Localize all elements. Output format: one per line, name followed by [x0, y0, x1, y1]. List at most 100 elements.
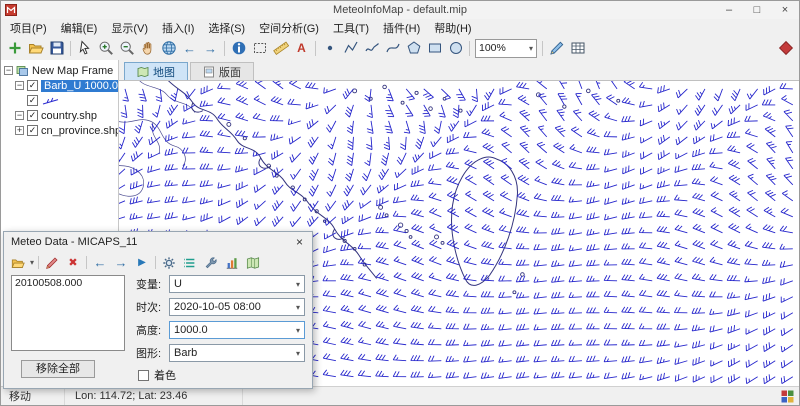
next-time-button[interactable]: →: [112, 254, 130, 272]
tree-root-row[interactable]: − New Map Frame: [4, 63, 118, 78]
layers-grid-icon[interactable]: [781, 390, 794, 403]
layer-row-province[interactable]: + ✓ cn_province.shp: [4, 123, 118, 138]
label-button[interactable]: A: [291, 38, 312, 59]
shading-checkbox[interactable]: [138, 370, 149, 381]
tab-layout[interactable]: 版面: [190, 62, 254, 80]
zoom-previous-button[interactable]: ←: [179, 38, 200, 59]
expander-icon[interactable]: +: [15, 126, 24, 135]
close-button[interactable]: ×: [771, 1, 799, 19]
layer-label-selected[interactable]: Barb_U 1000.0 2020-1: [41, 80, 118, 92]
zoom-next-button[interactable]: →: [200, 38, 221, 59]
new-freehand-button[interactable]: [361, 38, 382, 59]
chart-button[interactable]: [223, 254, 241, 272]
title-bar[interactable]: MeteoInfoMap - default.mip – □ ×: [1, 1, 799, 19]
attribute-table-button[interactable]: [567, 38, 588, 59]
file-list-item[interactable]: 20100508.000: [15, 277, 121, 290]
new-point-button[interactable]: [319, 38, 340, 59]
chevron-down-icon: ▾: [296, 303, 300, 312]
variable-select[interactable]: U ▾: [169, 275, 305, 293]
legend-checkbox[interactable]: ✓: [27, 95, 38, 106]
layer-label[interactable]: country.shp: [41, 110, 97, 122]
data-file-list[interactable]: 20100508.000: [11, 275, 125, 351]
zoom-in-button[interactable]: [95, 38, 116, 59]
new-circle-button[interactable]: [445, 38, 466, 59]
menu-item-view[interactable]: 显示(V): [104, 19, 155, 36]
layer-checkbox[interactable]: ✓: [27, 80, 38, 91]
menu-item-project[interactable]: 项目(P): [3, 19, 54, 36]
level-select[interactable]: 1000.0 ▾: [169, 321, 305, 339]
minimize-button[interactable]: –: [715, 1, 743, 19]
variable-value: U: [174, 278, 182, 290]
menu-item-spatial-analysis[interactable]: 空间分析(G): [252, 19, 326, 36]
data-info-button[interactable]: [181, 254, 199, 272]
pan-hand-icon: [140, 40, 156, 56]
previous-time-button[interactable]: ←: [91, 254, 109, 272]
animate-button[interactable]: ▶: [133, 254, 151, 272]
chevron-down-icon: ▾: [296, 349, 300, 358]
clear-graphics-button[interactable]: ✖: [64, 254, 82, 272]
maximize-button[interactable]: □: [743, 1, 771, 19]
dialog-title-bar[interactable]: Meteo Data - MICAPS_11 ×: [4, 232, 312, 252]
draw-data-button[interactable]: [43, 254, 61, 272]
menu-item-tools[interactable]: 工具(T): [326, 19, 376, 36]
add-layer-button[interactable]: [4, 38, 25, 59]
remove-all-button[interactable]: 移除全部: [21, 360, 95, 378]
open-data-button[interactable]: [9, 254, 27, 272]
new-rectangle-button[interactable]: [424, 38, 445, 59]
select-features-button[interactable]: [249, 38, 270, 59]
map-layer-button[interactable]: [244, 254, 262, 272]
menu-item-selection[interactable]: 选择(S): [201, 19, 252, 36]
measure-button[interactable]: [270, 38, 291, 59]
layer-checkbox[interactable]: ✓: [27, 125, 38, 136]
province-boundaries: [119, 81, 195, 196]
variable-label: 变量:: [136, 276, 169, 292]
menu-item-insert[interactable]: 插入(I): [155, 19, 201, 36]
status-coordinates: Lon: 114.72; Lat: 23.46: [75, 390, 187, 402]
chevron-down-icon: ▾: [296, 280, 300, 289]
new-polyline-button[interactable]: [340, 38, 361, 59]
menu-item-help[interactable]: 帮助(H): [427, 19, 478, 36]
document-tabs: 地图 版面: [119, 60, 799, 80]
expander-icon[interactable]: −: [15, 111, 24, 120]
layer-legend-row[interactable]: ✓: [4, 93, 118, 108]
dialog-close-button[interactable]: ×: [294, 235, 305, 249]
layer-row-barb[interactable]: − ✓ Barb_U 1000.0 2020-1: [4, 78, 118, 93]
table-icon: [570, 40, 586, 56]
open-folder-icon: [28, 40, 44, 56]
gear-icon: [162, 256, 176, 270]
edit-vertices-button[interactable]: [546, 38, 567, 59]
menu-item-plugins[interactable]: 插件(H): [376, 19, 427, 36]
toolbar-separator: [469, 41, 470, 56]
layer-checkbox[interactable]: ✓: [27, 110, 38, 121]
settings-button[interactable]: [160, 254, 178, 272]
toolbar-separator: [315, 41, 316, 56]
tab-map[interactable]: 地图: [124, 62, 188, 80]
chevron-down-icon[interactable]: ▾: [30, 258, 34, 267]
expander-icon[interactable]: −: [4, 66, 13, 75]
identify-button[interactable]: [228, 38, 249, 59]
plugin-button[interactable]: [775, 38, 796, 59]
pan-button[interactable]: [137, 38, 158, 59]
time-select[interactable]: 2020-10-05 08:00 ▾: [169, 298, 305, 316]
save-project-button[interactable]: [46, 38, 67, 59]
expander-icon[interactable]: −: [15, 81, 24, 90]
zoom-out-button[interactable]: [116, 38, 137, 59]
menu-bar: 项目(P) 编辑(E) 显示(V) 插入(I) 选择(S) 空间分析(G) 工具…: [1, 19, 799, 36]
layer-label[interactable]: cn_province.shp: [41, 125, 118, 137]
new-curve-button[interactable]: [382, 38, 403, 59]
meteo-data-dialog[interactable]: Meteo Data - MICAPS_11 × ▾ ✖ ← → ▶ 20100…: [3, 231, 313, 389]
full-extent-button[interactable]: [158, 38, 179, 59]
new-polygon-button[interactable]: [403, 38, 424, 59]
menu-item-edit[interactable]: 编辑(E): [54, 19, 105, 36]
toolbar-separator: [38, 256, 39, 269]
open-project-button[interactable]: [25, 38, 46, 59]
pencil-icon: [549, 40, 565, 56]
zoom-scale-combo[interactable]: 100% ▾: [475, 39, 537, 58]
map-frame-label: New Map Frame: [32, 65, 113, 77]
dialog-title: Meteo Data - MICAPS_11: [11, 236, 294, 248]
graphic-select[interactable]: Barb ▾: [169, 344, 305, 362]
curve-icon: [385, 40, 401, 56]
tools-button[interactable]: [202, 254, 220, 272]
select-element-button[interactable]: [74, 38, 95, 59]
layer-row-country[interactable]: − ✓ country.shp: [4, 108, 118, 123]
